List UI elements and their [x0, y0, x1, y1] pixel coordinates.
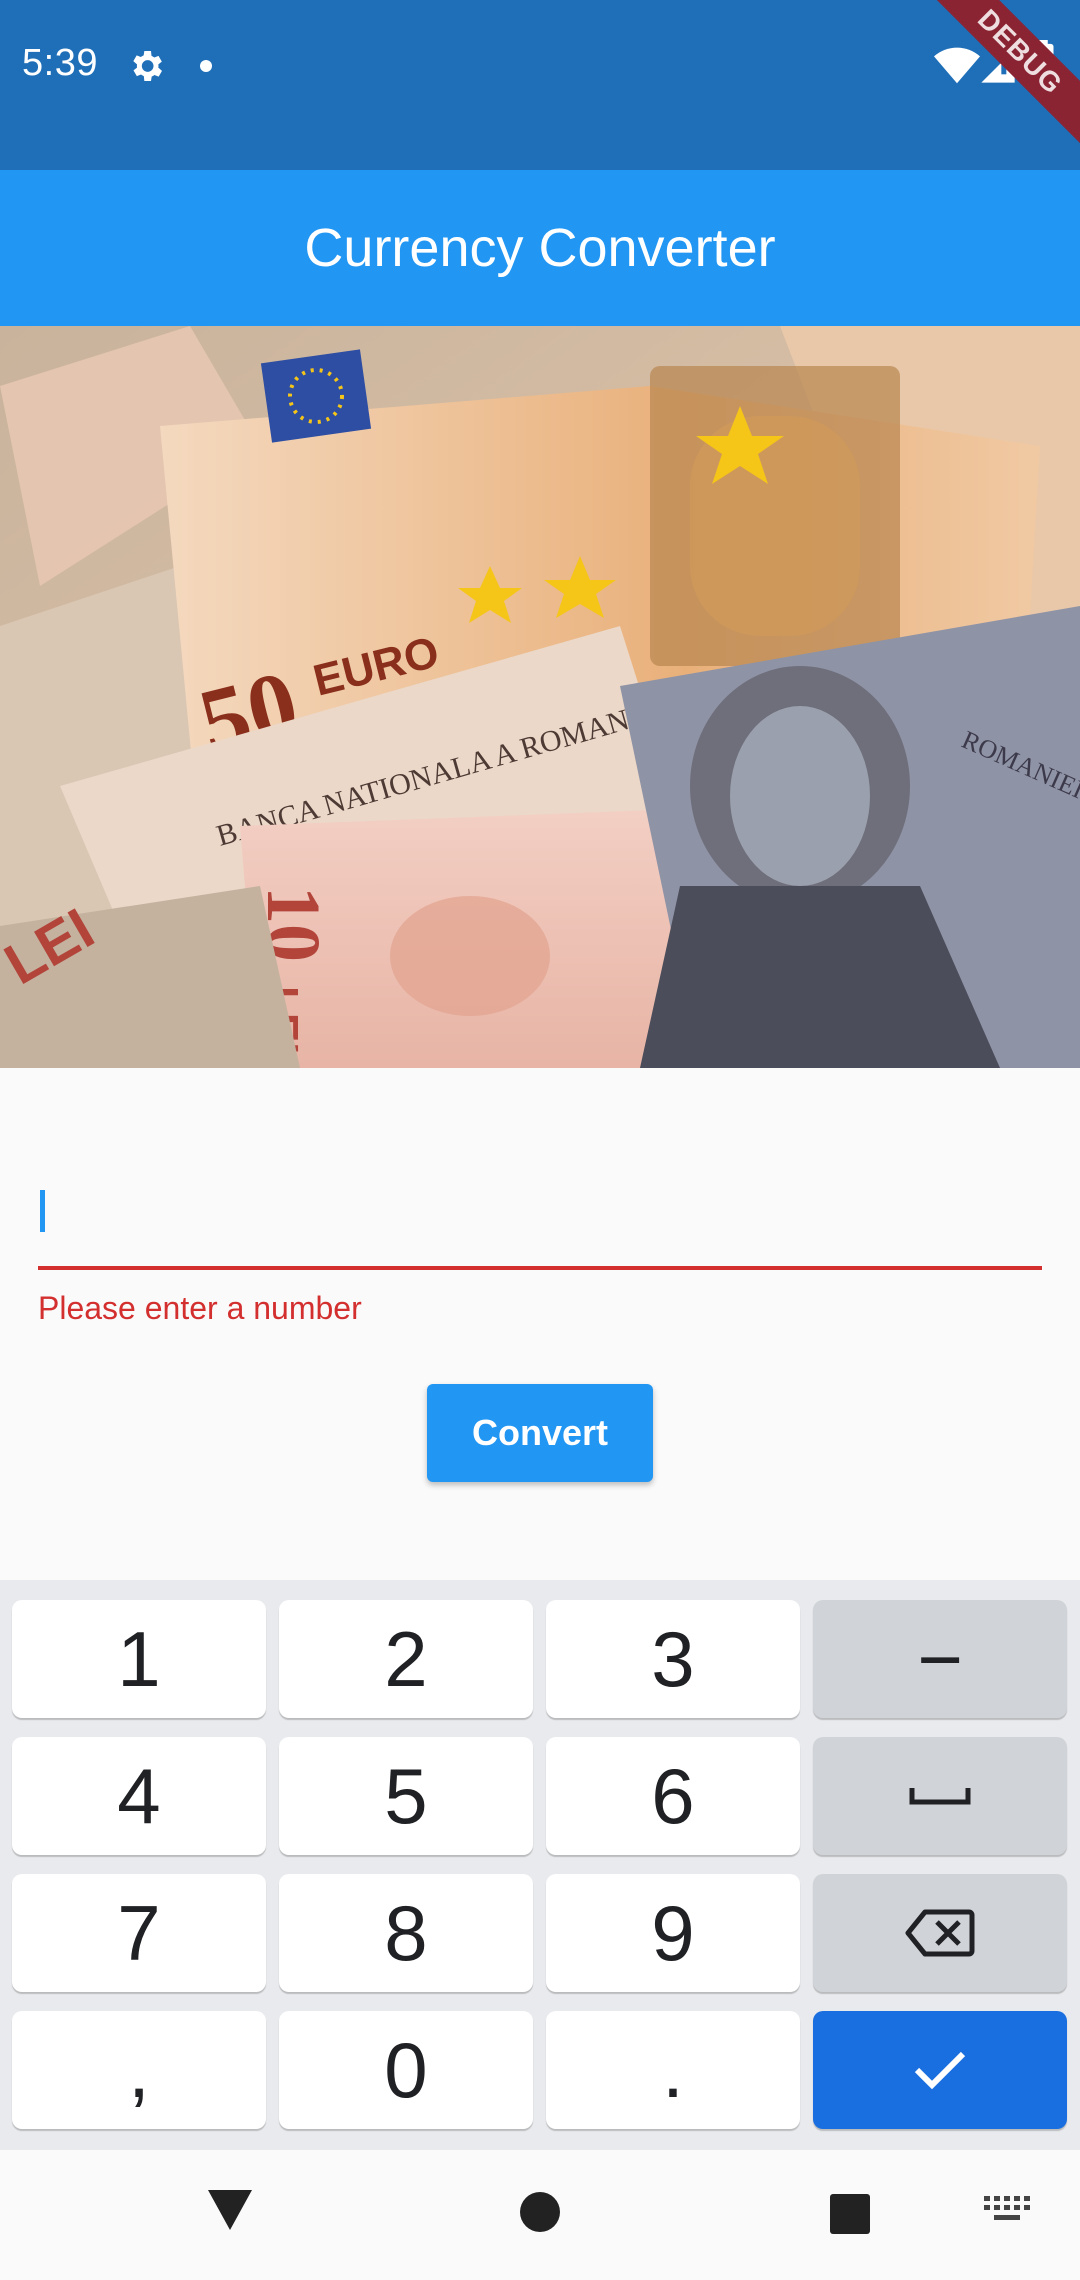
- key-7[interactable]: 7: [12, 1874, 266, 1992]
- key-period[interactable]: .: [546, 2011, 800, 2129]
- key-9[interactable]: 9: [546, 1874, 800, 1992]
- home-icon[interactable]: [520, 2192, 560, 2232]
- backspace-icon: [905, 1909, 975, 1957]
- wifi-icon: [934, 47, 980, 84]
- page-title: Currency Converter: [304, 218, 776, 278]
- navigation-bar: [0, 2150, 1080, 2280]
- space-bar-icon: [909, 1788, 971, 1805]
- key-8[interactable]: 8: [279, 1874, 533, 1992]
- key-comma[interactable]: ,: [12, 2011, 266, 2129]
- convert-button[interactable]: Convert: [427, 1384, 653, 1482]
- key-1[interactable]: 1: [12, 1600, 266, 1718]
- key-minus[interactable]: −: [813, 1600, 1067, 1718]
- key-3[interactable]: 3: [546, 1600, 800, 1718]
- key-done[interactable]: [813, 2011, 1067, 2129]
- input-error-underline: [38, 1266, 1042, 1270]
- keyboard-switch-icon[interactable]: [984, 2196, 1030, 2226]
- gear-icon: [133, 51, 162, 81]
- banknotes-banner-image: 50 EURO BANCA NATIONALA A ROMANIEI 10 LE…: [0, 326, 1080, 1068]
- back-icon[interactable]: [206, 2188, 254, 2232]
- key-4[interactable]: 4: [12, 1737, 266, 1855]
- key-2[interactable]: 2: [279, 1600, 533, 1718]
- status-time: 5:39: [22, 42, 98, 84]
- recent-apps-icon[interactable]: [830, 2194, 870, 2234]
- status-bar: 5:39 DEBUG: [0, 0, 1080, 170]
- key-space[interactable]: [813, 1737, 1067, 1855]
- key-5[interactable]: 5: [279, 1737, 533, 1855]
- checkmark-icon: [914, 2051, 966, 2090]
- app-bar: Currency Converter: [0, 170, 1080, 326]
- key-6[interactable]: 6: [546, 1737, 800, 1855]
- numeric-keyboard: 1 2 3 − 4 5 6 7 8 9 , 0 .: [0, 1580, 1080, 2150]
- input-error-text: Please enter a number: [38, 1290, 362, 1326]
- text-cursor: [40, 1190, 45, 1232]
- amount-input[interactable]: [38, 1160, 1042, 1270]
- notification-dot-icon: [200, 60, 212, 72]
- key-0[interactable]: 0: [279, 2011, 533, 2129]
- key-backspace[interactable]: [813, 1874, 1067, 1992]
